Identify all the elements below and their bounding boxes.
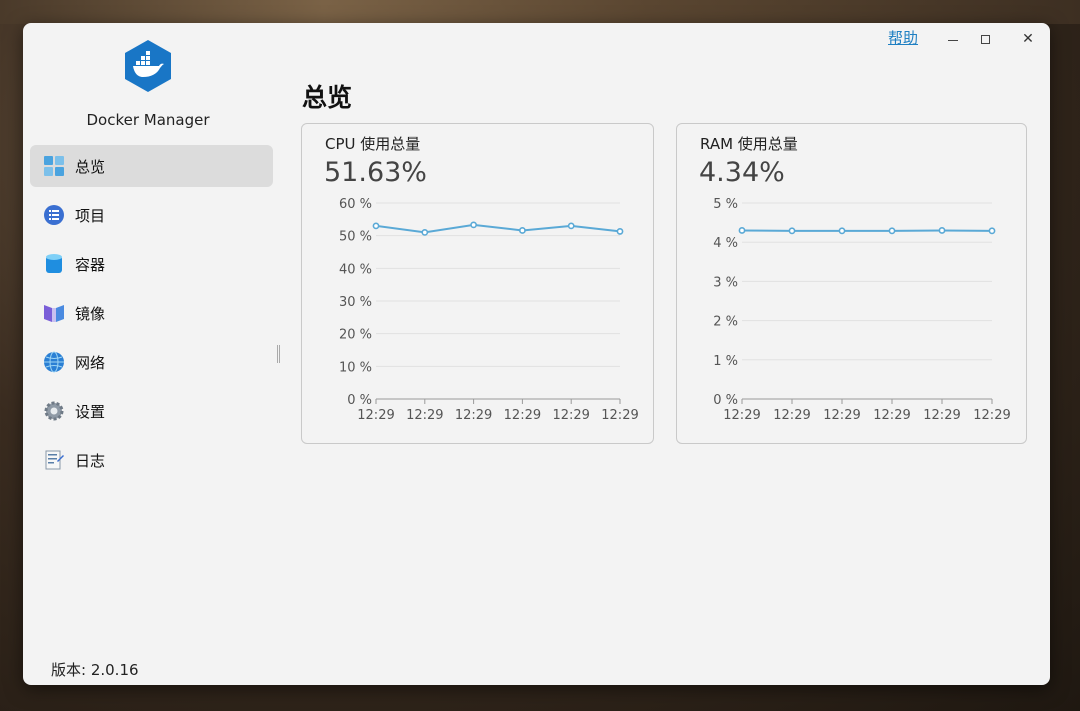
overview-grid-icon <box>42 154 66 178</box>
y-tick-label: 20 % <box>339 328 372 343</box>
x-tick-label: 12:29 <box>455 408 492 423</box>
x-tick-label: 12:29 <box>601 408 638 423</box>
sidebar-item-label: 设置 <box>75 402 106 421</box>
maximize-button[interactable] <box>965 27 1005 51</box>
data-point <box>788 227 796 235</box>
page-title: 总览 <box>302 83 353 112</box>
sidebar-item-label: 镜像 <box>75 304 106 323</box>
image-panels-icon <box>42 301 66 325</box>
ram-usage-chart: 0 % 1 % 2 % 3 % 4 % 5 % 12:29 12:29 12:29 12:29 12… <box>713 197 1011 423</box>
x-tick-label: 12:29 <box>773 408 810 423</box>
help-link[interactable]: 帮助 <box>888 27 918 48</box>
y-tick-label: 0 % <box>347 393 372 408</box>
y-tick-label: 0 % <box>713 393 738 408</box>
y-tick-label: 40 % <box>339 262 372 277</box>
y-tick-label: 1 % <box>713 354 738 369</box>
y-tick-label: 10 % <box>339 360 372 375</box>
docker-logo-icon <box>125 40 171 92</box>
data-point <box>567 222 575 230</box>
sidebar-item-label: 总览 <box>75 157 106 176</box>
sidebar-item-logs[interactable]: 日志 <box>30 439 273 481</box>
ram-usage-value: 4.34% <box>699 157 785 188</box>
data-point <box>372 222 380 230</box>
y-tick-label: 4 % <box>713 236 738 251</box>
sidebar-item-containers[interactable]: 容器 <box>30 243 273 285</box>
document-icon <box>42 448 66 472</box>
data-point <box>518 227 526 234</box>
sidebar-resize-handle[interactable] <box>277 345 280 363</box>
sidebar-item-settings[interactable]: 设置 <box>30 390 273 432</box>
minimize-icon <box>948 39 958 41</box>
data-point <box>988 227 996 235</box>
sidebar-item-network[interactable]: 网络 <box>30 341 273 383</box>
x-tick-label: 12:29 <box>923 408 960 423</box>
cpu-usage-value: 51.63% <box>324 157 427 188</box>
y-tick-label: 2 % <box>713 315 738 330</box>
sidebar-item-images[interactable]: 镜像 <box>30 292 273 334</box>
cpu-usage-chart: 0 % 10 % 20 % 30 % 40 % 50 % 60 % 12:29 12:29 12:… <box>339 197 639 423</box>
x-tick-label: 12:29 <box>723 408 760 423</box>
app-name: Docker Manager <box>86 111 210 129</box>
data-point <box>616 228 624 235</box>
cpu-usage-card: CPU 使用总量 51.63% 0 % 10 % 20 % 30 % 40 % 50 % 6… <box>301 123 654 444</box>
globe-icon <box>42 350 66 374</box>
sidebar-item-overview[interactable]: 总览 <box>30 145 273 187</box>
y-tick-label: 30 % <box>339 295 372 310</box>
data-point <box>838 227 846 235</box>
close-button[interactable]: ✕ <box>1008 27 1048 51</box>
data-point <box>738 227 746 234</box>
x-tick-label: 12:29 <box>406 408 443 423</box>
series-line <box>375 223 621 234</box>
y-tick-label: 60 % <box>339 197 372 212</box>
y-tick-label: 50 % <box>339 230 372 245</box>
cylinder-icon <box>42 252 66 276</box>
data-point <box>938 227 946 234</box>
sidebar-item-label: 日志 <box>75 451 106 470</box>
data-point <box>888 227 896 235</box>
gear-icon <box>42 399 66 423</box>
list-icon <box>42 203 66 227</box>
desktop-background <box>0 0 1080 24</box>
data-point <box>421 229 429 236</box>
close-icon: ✕ <box>1022 31 1034 47</box>
y-tick-label: 5 % <box>713 197 738 212</box>
ram-card-title: RAM 使用总量 <box>700 135 798 153</box>
maximize-icon <box>980 34 990 44</box>
sidebar: Docker Manager 总览 项目 容器 镜像 网络 设置 日志 版本: … <box>23 23 283 685</box>
x-tick-label: 12:29 <box>973 408 1010 423</box>
y-tick-label: 3 % <box>713 275 738 290</box>
sidebar-nav: 总览 项目 容器 镜像 网络 设置 日志 <box>30 145 273 488</box>
app-window: 帮助 ✕ Docker Manager 总览 项目 容器 镜像 网络 设置 日志… <box>23 23 1050 685</box>
x-tick-label: 12:29 <box>357 408 394 423</box>
sidebar-item-projects[interactable]: 项目 <box>30 194 273 236</box>
x-tick-label: 12:29 <box>873 408 910 423</box>
x-tick-label: 12:29 <box>504 408 541 423</box>
data-point <box>470 221 477 229</box>
sidebar-item-label: 网络 <box>75 353 106 372</box>
sidebar-item-label: 项目 <box>75 206 106 225</box>
x-tick-label: 12:29 <box>823 408 860 423</box>
version-label: 版本: 2.0.16 <box>51 661 139 679</box>
x-tick-label: 12:29 <box>552 408 589 423</box>
ram-usage-card: RAM 使用总量 4.34% 0 % 1 % 2 % 3 % 4 % 5 % 12:29 12… <box>676 123 1027 444</box>
sidebar-item-label: 容器 <box>75 255 106 274</box>
cpu-card-title: CPU 使用总量 <box>325 135 421 153</box>
